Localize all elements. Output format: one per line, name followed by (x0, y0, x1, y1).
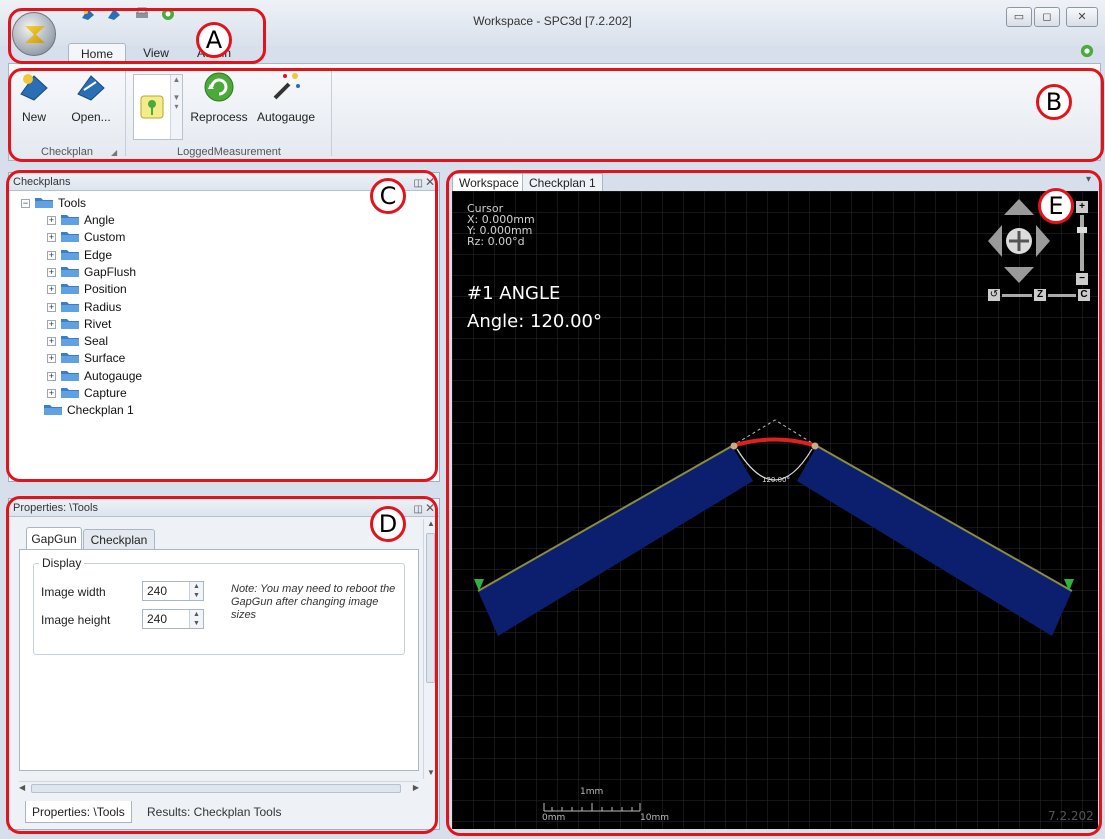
minimize-button[interactable]: ▭ (1006, 7, 1032, 27)
callout-a: A (196, 22, 232, 58)
app-window: Workspace - SPC3d [7.2.202] ▭ ◻ ✕ Home V… (0, 0, 1105, 839)
callout-box-b (8, 68, 1104, 162)
callout-box-e (446, 170, 1102, 836)
maximize-button[interactable]: ◻ (1034, 7, 1060, 27)
callout-c: C (370, 178, 406, 214)
callout-b: B (1036, 84, 1072, 120)
callout-d: D (370, 506, 406, 542)
callout-box-d (6, 496, 438, 834)
close-button[interactable]: ✕ (1066, 7, 1098, 27)
callout-box-c (6, 170, 438, 482)
help-icon[interactable] (1080, 44, 1094, 58)
callout-e: E (1038, 188, 1074, 224)
